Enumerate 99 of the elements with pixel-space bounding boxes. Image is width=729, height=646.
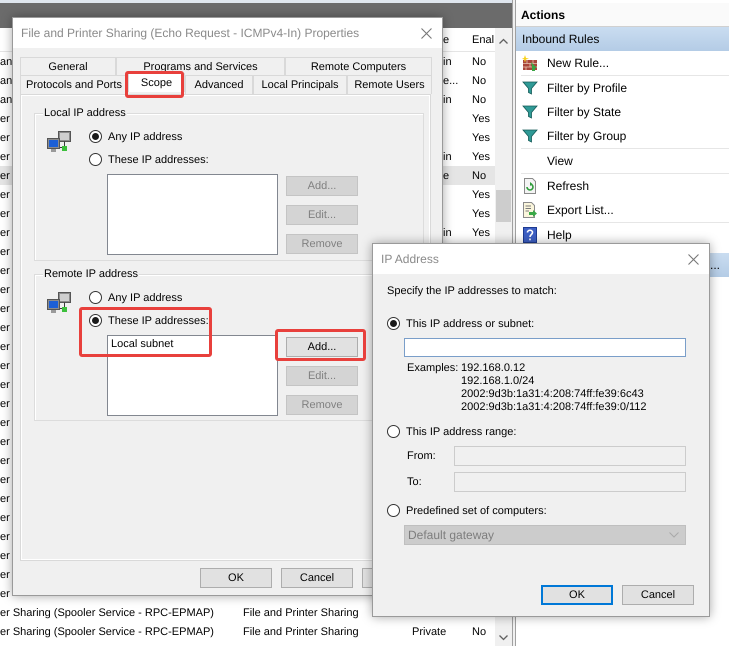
pane-title: Actions: [516, 3, 729, 27]
table-cell: er: [0, 530, 10, 542]
table-cell-text: e: [442, 170, 450, 182]
table-cell: Yes: [472, 112, 490, 124]
action-item[interactable]: Help: [521, 222, 729, 247]
example-text: 192.168.1.0/24: [461, 375, 536, 388]
table-row[interactable]: er Sharing (Spooler Service - RPC-EPMAP) File and Printer Sharing Private No: [0, 622, 495, 641]
refresh-icon: [522, 178, 538, 194]
table-cell: File and Printer Sharing: [243, 626, 359, 638]
action-item[interactable]: Filter by State: [521, 100, 729, 124]
action-item[interactable]: Export List...: [521, 198, 729, 222]
table-cell: No: [472, 74, 486, 86]
action-item[interactable]: New Rule...: [521, 51, 729, 76]
export-icon: [522, 202, 538, 218]
scrollbar-thumb[interactable]: [496, 190, 511, 222]
network-computers-icon: [47, 292, 71, 316]
filter-icon: [522, 128, 538, 144]
tab[interactable]: Protocols and Ports: [20, 75, 128, 94]
table-cell: Yes: [472, 226, 490, 238]
example-text: 2002:9d3b:1a31:4:208:74ff:fe39:0/112: [461, 401, 647, 414]
table-cell: er: [0, 474, 10, 486]
table-cell: er Sharing (Spooler Service - RPC-EPMAP): [0, 626, 214, 638]
table-cell: er: [0, 492, 10, 504]
window-title: IP Address: [381, 252, 439, 266]
radio-button[interactable]: This IP address or subnet:: [387, 314, 694, 333]
action-item[interactable]: Refresh: [521, 174, 729, 198]
table-cell: No: [472, 626, 486, 638]
radio-indicator[interactable]: [89, 153, 102, 166]
filter-icon: [522, 80, 538, 96]
field-label: To:: [407, 476, 423, 488]
radio-indicator[interactable]: [387, 317, 400, 330]
close-icon[interactable]: [421, 28, 432, 38]
table-cell: er: [0, 188, 10, 200]
table-cell: er: [0, 568, 10, 580]
network-computers-icon: [47, 131, 71, 155]
table-cell: er: [0, 454, 10, 466]
list-item[interactable]: Local subnet: [110, 337, 275, 351]
dialog-button[interactable]: OK: [541, 584, 613, 604]
radio-indicator[interactable]: [89, 130, 102, 143]
tab[interactable]: Programs and Services: [116, 57, 285, 75]
action-item[interactable]: View: [521, 149, 729, 174]
tab[interactable]: Advanced: [185, 75, 253, 94]
radio-button[interactable]: These IP addresses:: [89, 311, 209, 330]
column-header[interactable]: Enal: [472, 34, 494, 46]
field-label: From:: [407, 450, 437, 462]
dialog-button[interactable]: OK: [200, 568, 272, 588]
table-cell: er: [0, 588, 10, 600]
tab[interactable]: Local Principals: [253, 75, 347, 94]
radio-button[interactable]: Any IP address: [89, 288, 182, 307]
table-cell: er: [0, 436, 10, 448]
radio-button[interactable]: These IP addresses:: [89, 150, 209, 169]
window-title: File and Printer Sharing (Echo Request - ICMPv4-In) Properties: [21, 26, 360, 40]
table-cell: er: [0, 550, 10, 562]
table-cell: er: [0, 112, 10, 124]
table-cell: er: [0, 512, 10, 524]
table-cell: an: [0, 94, 12, 106]
radio-indicator[interactable]: [89, 291, 102, 304]
table-cell: Yes: [472, 188, 490, 200]
table-cell: er: [0, 416, 10, 428]
radio-indicator[interactable]: [89, 314, 102, 327]
section-header[interactable]: Inbound Rules: [516, 27, 729, 51]
filter-icon: [522, 104, 538, 120]
brick-wall-icon: [522, 54, 538, 71]
radio-button[interactable]: Any IP address: [89, 127, 182, 146]
table-cell: er: [0, 302, 10, 314]
address-list[interactable]: [107, 174, 278, 255]
group-title: Local IP address: [43, 107, 127, 119]
address-list[interactable]: Local subnet: [107, 335, 278, 416]
example-text: 2002:9d3b:1a31:4:208:74ff:fe39:6c43: [461, 388, 645, 401]
table-cell: Private: [412, 626, 446, 638]
tab[interactable]: Remote Computers: [285, 57, 432, 75]
table-cell: er: [0, 170, 10, 182]
close-icon[interactable]: [688, 254, 699, 264]
field-label: Examples:: [407, 362, 460, 376]
table-cell: er: [0, 378, 10, 390]
table-cell: File and Printer Sharing: [243, 606, 359, 618]
table-cell: No: [472, 94, 486, 106]
instruction-text: Specify the IP addresses to match:: [387, 284, 558, 298]
table-cell: er: [0, 398, 10, 410]
table-cell: No: [472, 170, 486, 182]
address-field[interactable]: [404, 338, 686, 357]
table-cell-text: in: [442, 94, 452, 106]
dialog-button[interactable]: Add...: [286, 337, 358, 357]
dialog-button[interactable]: Cancel: [281, 568, 353, 588]
group-title: Remote IP address: [43, 268, 139, 280]
tab[interactable]: General: [20, 57, 116, 75]
table-cell: er Sharing (Spooler Service - RPC-EPMAP): [0, 606, 214, 618]
action-item[interactable]: Filter by Group: [521, 124, 729, 149]
action-item[interactable]: Filter by Profile: [521, 76, 729, 100]
table-cell-text: in: [442, 226, 452, 238]
tab[interactable]: Scope: [128, 73, 185, 92]
table-cell: No: [472, 56, 486, 68]
example-text: 192.168.0.12: [461, 362, 526, 375]
tab[interactable]: Remote Users: [347, 75, 432, 94]
table-cell: Yes: [472, 150, 490, 162]
dialog-button[interactable]: Cancel: [622, 584, 694, 604]
table-cell: er: [0, 226, 10, 238]
table-cell-text: in: [442, 150, 452, 162]
table-cell-text: in: [442, 56, 452, 68]
